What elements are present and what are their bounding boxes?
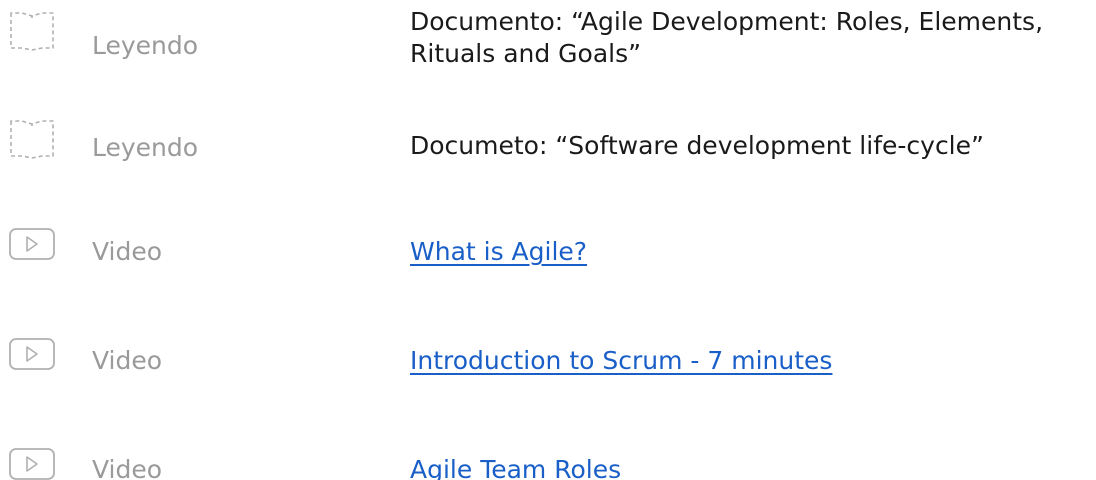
item-type-label: Video: [92, 237, 163, 266]
item-title: Documento: “Agile Development: Roles, El…: [410, 6, 1090, 70]
video-play-icon: [9, 228, 55, 260]
list-item: Video Agile Team Roles: [0, 380, 1096, 480]
list-item: Video What is Agile?: [0, 190, 1096, 285]
content-item-list: Leyendo Documento: “Agile Development: R…: [0, 0, 1096, 480]
video-play-icon: [9, 448, 55, 480]
item-title-line: Rituals and Goals”: [410, 39, 642, 68]
item-type-label: Video: [92, 455, 163, 480]
item-type-label: Leyendo: [92, 31, 199, 60]
item-type-label: Video: [92, 346, 163, 375]
reading-icon: [10, 12, 54, 51]
reading-icon: [10, 120, 54, 159]
item-title: Documeto: “Software development life-cyc…: [410, 131, 984, 160]
item-title-link[interactable]: Agile Team Roles: [410, 454, 621, 480]
list-item: Leyendo Documeto: “Software development …: [0, 100, 1096, 190]
list-item: Video Introduction to Scrum - 7 minutes: [0, 285, 1096, 380]
list-item: Leyendo Documento: “Agile Development: R…: [0, 0, 1096, 100]
item-title-line: Documento: “Agile Development: Roles, El…: [410, 7, 1044, 36]
item-type-label: Leyendo: [92, 133, 199, 162]
item-title-link[interactable]: Introduction to Scrum - 7 minutes: [410, 345, 832, 377]
item-title-link[interactable]: What is Agile?: [410, 236, 587, 268]
video-play-icon: [9, 338, 55, 370]
